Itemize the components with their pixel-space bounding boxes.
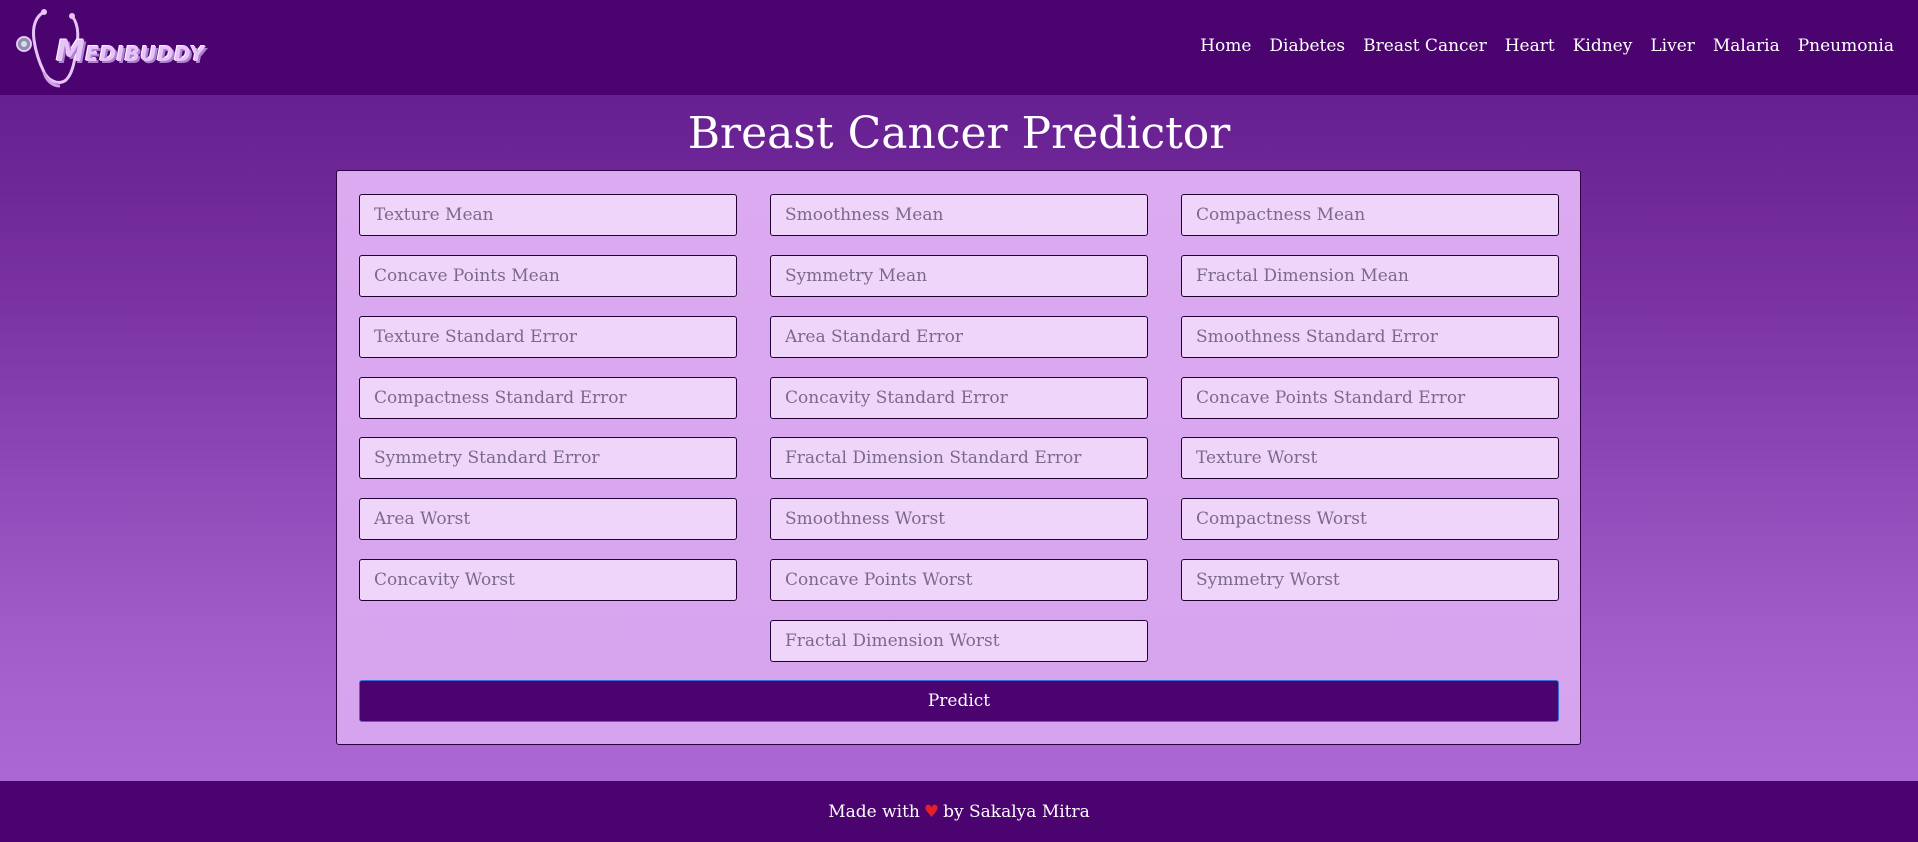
nav-link-home[interactable]: Home <box>1200 36 1251 56</box>
footer: Made with ♥ by Sakalya Mitra <box>0 781 1918 842</box>
footer-suffix: by Sakalya Mitra <box>943 801 1090 822</box>
compactness-mean-field[interactable] <box>1181 194 1559 236</box>
concavity-standard-error-field[interactable] <box>770 377 1148 419</box>
texture-mean-field[interactable] <box>359 194 737 236</box>
compactness-worst-field[interactable] <box>1181 498 1559 540</box>
texture-worst-field[interactable] <box>1181 437 1559 479</box>
page-title: Breast Cancer Predictor <box>687 108 1231 159</box>
nav-link-liver[interactable]: Liver <box>1650 36 1695 56</box>
fractal-dimension-standard-error-field[interactable] <box>770 437 1148 479</box>
concave-points-worst-field[interactable] <box>770 559 1148 601</box>
smoothness-mean-field[interactable] <box>770 194 1148 236</box>
footer-prefix: Made with <box>828 801 920 822</box>
compactness-standard-error-field[interactable] <box>359 377 737 419</box>
concavity-worst-field[interactable] <box>359 559 737 601</box>
predict-button[interactable]: Predict <box>359 680 1559 722</box>
fractal-dimension-mean-field[interactable] <box>1181 255 1559 297</box>
brand-name: Medibuddy <box>56 34 205 68</box>
nav-link-pneumonia[interactable]: Pneumonia <box>1798 36 1894 56</box>
area-standard-error-field[interactable] <box>770 316 1148 358</box>
nav-links: Home Diabetes Breast Cancer Heart Kidney… <box>1182 36 1894 56</box>
concave-points-mean-field[interactable] <box>359 255 737 297</box>
concave-points-standard-error-field[interactable] <box>1181 377 1559 419</box>
brand-logo[interactable]: Medibuddy <box>14 6 224 90</box>
prediction-form: Predict <box>336 170 1581 745</box>
symmetry-mean-field[interactable] <box>770 255 1148 297</box>
heart-icon: ♥ <box>923 801 940 822</box>
nav-link-diabetes[interactable]: Diabetes <box>1269 36 1345 56</box>
symmetry-worst-field[interactable] <box>1181 559 1559 601</box>
fractal-dimension-worst-field[interactable] <box>770 620 1148 662</box>
texture-standard-error-field[interactable] <box>359 316 737 358</box>
smoothness-worst-field[interactable] <box>770 498 1148 540</box>
nav-link-breast-cancer[interactable]: Breast Cancer <box>1363 36 1487 56</box>
nav-link-heart[interactable]: Heart <box>1505 36 1555 56</box>
nav-link-kidney[interactable]: Kidney <box>1573 36 1633 56</box>
navbar: Medibuddy Home Diabetes Breast Cancer He… <box>0 0 1918 95</box>
symmetry-standard-error-field[interactable] <box>359 437 737 479</box>
area-worst-field[interactable] <box>359 498 737 540</box>
nav-link-malaria[interactable]: Malaria <box>1713 36 1780 56</box>
smoothness-standard-error-field[interactable] <box>1181 316 1559 358</box>
